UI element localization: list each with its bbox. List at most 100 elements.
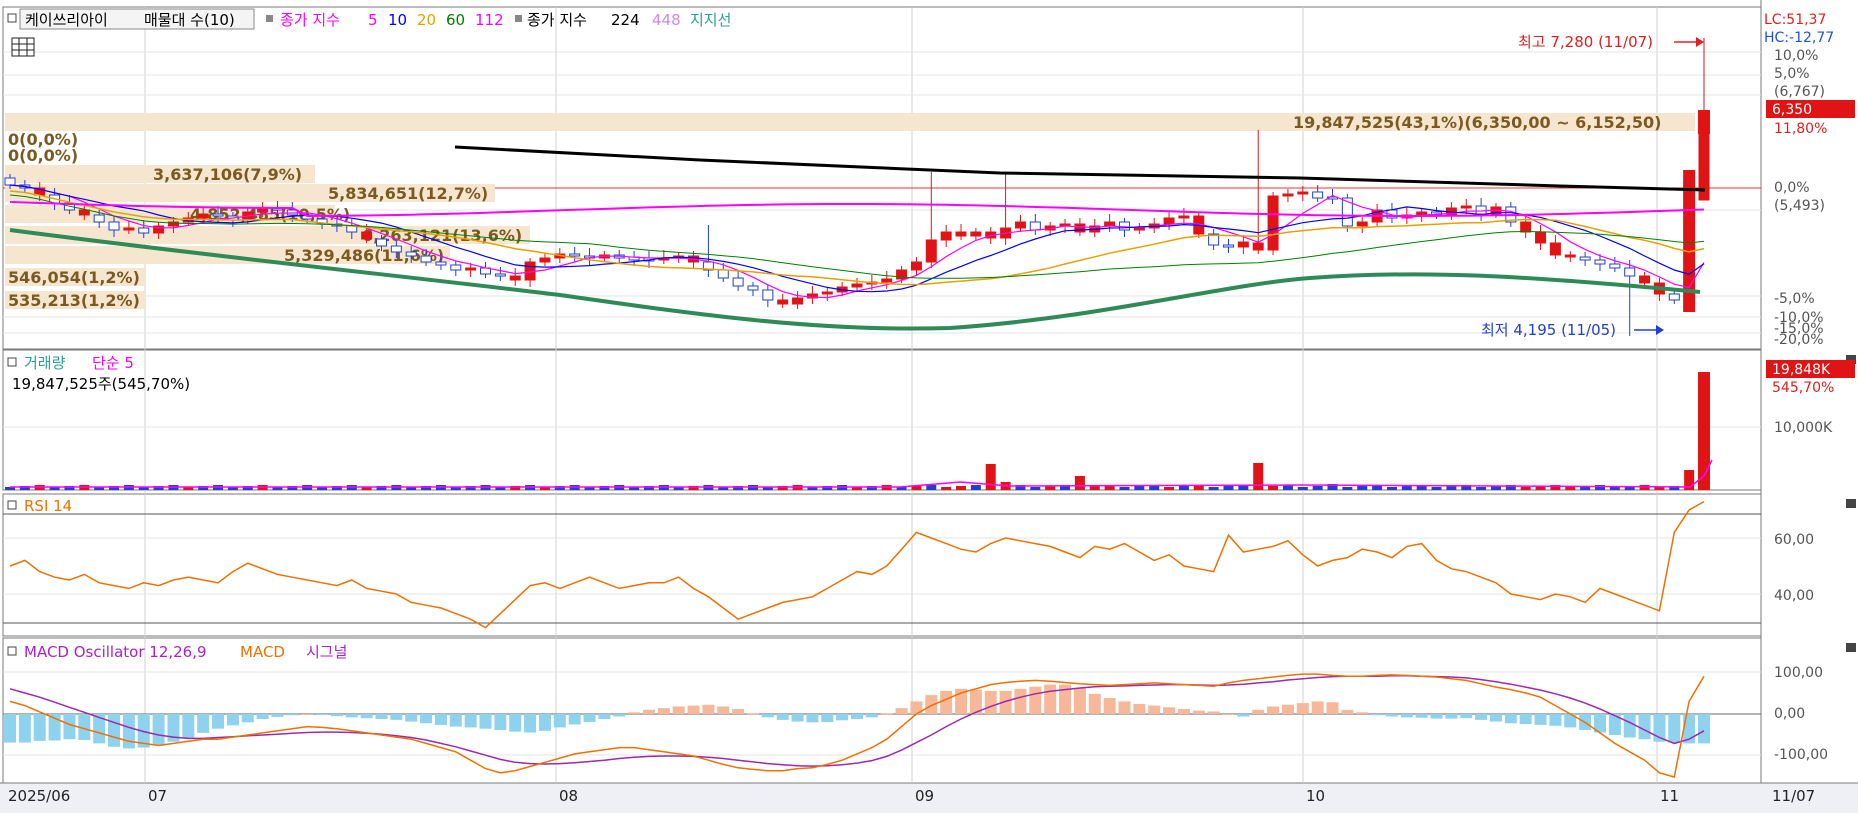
- price-legend: 케이쓰리아이 매물대 수(10) 종가 지수 5 10 20 60 112 종가…: [7, 8, 731, 57]
- current-pct: 11,80%: [1774, 121, 1827, 137]
- volume-bar: [970, 485, 981, 490]
- volume-bar: [1520, 487, 1531, 490]
- rsi-panel-frame: [2, 493, 1762, 637]
- candle-body: [777, 299, 789, 305]
- macd-oscillator-bar: [1252, 709, 1265, 714]
- macd-oscillator-bar: [1400, 714, 1413, 718]
- candle-body: [1535, 231, 1547, 244]
- candle-body: [78, 209, 90, 216]
- candle-body: [361, 231, 373, 240]
- candle-body-last: [1698, 110, 1710, 134]
- macd-oscillator-bar: [1475, 714, 1488, 720]
- macd-oscillator-bar: [524, 714, 537, 733]
- price-panel-toggle-icon[interactable]: [7, 13, 17, 23]
- rsi-close-icon[interactable]: [1846, 499, 1856, 508]
- macd-oscillator-bar: [1029, 686, 1042, 714]
- rsi-panel-toggle-icon[interactable]: [7, 500, 17, 510]
- volume-ma-label: 단순 5: [92, 354, 134, 372]
- macd-oscillator-bar: [33, 714, 46, 741]
- candle-body: [851, 283, 863, 288]
- volume-scale-10000k: 10,000K: [1774, 420, 1833, 436]
- candle-body: [732, 277, 744, 287]
- ma224-line: [454, 145, 1706, 192]
- macd-oscillator-bar: [538, 714, 551, 731]
- volume-bar: [1089, 486, 1100, 490]
- volume-bar: [1446, 486, 1457, 490]
- macd-oscillator-bar: [122, 714, 135, 749]
- macd-oscillator-bar: [1623, 714, 1636, 738]
- volume-panel-toggle-icon[interactable]: [7, 357, 17, 367]
- candle-body: [1594, 259, 1606, 265]
- volume-profile-band-label: 0(0,0%): [8, 146, 78, 165]
- candle-body: [465, 267, 477, 271]
- volume-bar: [1074, 476, 1085, 490]
- macd-oscillator-bar: [1133, 703, 1146, 714]
- candle-body: [93, 214, 105, 223]
- macd-oscillator-bar: [1148, 705, 1161, 714]
- macd-oscillator-bar: [1371, 714, 1384, 716]
- volume-bar-last: [1698, 372, 1710, 490]
- macd-oscillator-bar: [672, 706, 685, 714]
- macd-oscillator-bar: [1415, 714, 1428, 718]
- macd-oscillator-bar: [1044, 684, 1057, 714]
- candle-body: [940, 231, 952, 241]
- macd-oscillator-bar: [984, 690, 997, 714]
- macd-oscillator-bar: [226, 714, 239, 726]
- macd-oscillator-bar: [345, 714, 358, 718]
- macd-oscillator-bar: [598, 714, 611, 720]
- table-icon[interactable]: [11, 37, 35, 57]
- candle-body: [1579, 256, 1591, 261]
- lc-label: LC:51,37: [1764, 12, 1826, 28]
- stock-chart: 19,847,525(43,1%)(6,350,00 ~ 6,152,50) 0(…: [0, 0, 1858, 813]
- x-label-2025-06: 2025/06: [8, 787, 70, 805]
- rsi-scale-40: 40,00: [1774, 588, 1814, 604]
- series-name: 케이쓰리아이: [25, 11, 108, 29]
- support-line-label: 지지선: [690, 11, 731, 29]
- macd-oscillator-bar: [865, 714, 878, 718]
- long-ma-legend-marker: [515, 15, 522, 22]
- candle-body: [1520, 221, 1532, 233]
- volume-bar: [1030, 487, 1041, 490]
- high-annotation: 최고 7,280 (11/07): [1518, 33, 1653, 51]
- volume-bar: [1565, 487, 1576, 490]
- macd-oscillator-bar: [1118, 701, 1131, 714]
- candle-body: [717, 269, 729, 279]
- x-label-09: 09: [915, 787, 934, 805]
- candle-body: [539, 257, 551, 263]
- macd-line: [9, 673, 1705, 778]
- macd-oscillator-bar: [732, 708, 745, 714]
- candle-body: [747, 285, 759, 291]
- macd-oscillator-bar: [464, 714, 477, 728]
- macd-scale-0: 0,00: [1774, 706, 1805, 722]
- x-label-10: 10: [1306, 787, 1325, 805]
- macd-close-icon[interactable]: [1846, 643, 1856, 652]
- volume-bar: [985, 464, 996, 490]
- macd-oscillator-bar: [360, 714, 373, 719]
- volume-bar: [1594, 485, 1605, 490]
- macd-oscillator-bar: [791, 714, 804, 722]
- macd-oscillator-bar: [746, 713, 759, 715]
- candle-body: [494, 273, 506, 277]
- macd-panel-toggle-icon[interactable]: [7, 646, 17, 656]
- macd-oscillator-bar: [152, 714, 165, 746]
- macd-oscillator-bar: [271, 714, 284, 717]
- macd-oscillator-bar: [108, 714, 121, 747]
- macd-oscillator-bar: [286, 714, 299, 716]
- x-current-date: 11/07: [1772, 787, 1815, 805]
- macd-oscillator-bar: [494, 714, 507, 730]
- macd-oscillator-bar: [1445, 714, 1458, 719]
- macd-oscillator-bar: [761, 714, 774, 718]
- macd-oscillator-bar: [18, 714, 31, 743]
- macd-oscillator-bar: [851, 714, 863, 720]
- candle-body: [212, 213, 224, 217]
- macd-oscillator-bar: [1638, 714, 1651, 740]
- volume-bar: [956, 486, 967, 490]
- ma-period-112: 112: [475, 11, 504, 29]
- ma-period-10: 10: [388, 11, 407, 29]
- macd-oscillator-bar: [479, 714, 492, 729]
- long-ma-period-224: 224: [611, 11, 640, 29]
- candle-body: [881, 278, 893, 283]
- candle-body: [1237, 241, 1249, 248]
- candle-body: [792, 297, 804, 305]
- volume-bar: [1609, 487, 1620, 490]
